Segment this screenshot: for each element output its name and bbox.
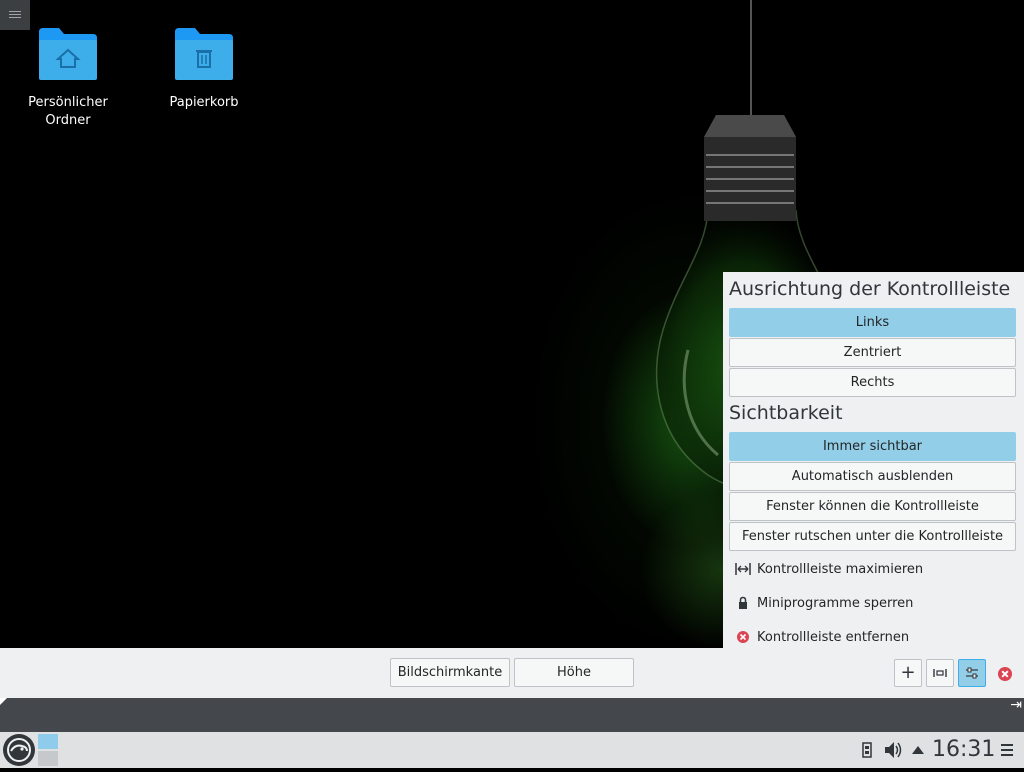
visibility-windows-below-option[interactable]: Fenster rutschen unter die Kontrollleist…	[729, 522, 1016, 551]
desktop-icon-home[interactable]: Persönlicher Ordner	[13, 28, 123, 130]
add-spacer-button[interactable]	[926, 659, 954, 687]
maximize-panel-icon	[735, 561, 751, 577]
offset-slider-handle[interactable]	[0, 698, 7, 705]
desktop-icon-trash[interactable]: Papierkorb	[149, 28, 259, 112]
close-config-button[interactable]	[998, 667, 1012, 681]
application-launcher-button[interactable]	[3, 734, 35, 766]
remove-panel-label: Kontrollleiste entfernen	[757, 630, 910, 645]
max-length-handle-icon[interactable]: ⇥	[1010, 698, 1022, 712]
desktop-toolbox-button[interactable]	[0, 0, 30, 30]
desktop-icon-label: Persönlicher Ordner	[28, 95, 108, 128]
remove-panel-action[interactable]: Kontrollleiste entfernen	[735, 627, 909, 649]
add-widgets-button[interactable]: +	[894, 659, 922, 687]
more-settings-icon	[965, 662, 979, 683]
desktop-1[interactable]	[38, 734, 58, 749]
usb-device-icon[interactable]	[860, 732, 874, 768]
plus-icon: +	[900, 662, 916, 683]
visibility-windows-cover-option[interactable]: Fenster können die Kontrollleiste überde…	[729, 492, 1016, 541]
digital-clock[interactable]: 16:31	[932, 732, 995, 768]
visibility-title: Sichtbarkeit	[729, 402, 843, 424]
alignment-left-option[interactable]: Links	[729, 308, 1016, 337]
lock-widgets-action[interactable]: Miniprogramme sperren	[735, 593, 913, 615]
visibility-always-visible-option[interactable]: Immer sichtbar	[729, 432, 1016, 461]
alignment-right-option[interactable]: Rechts	[729, 368, 1016, 397]
bulb-wire	[750, 0, 752, 120]
screen-edge-button[interactable]: Bildschirmkante	[390, 658, 510, 687]
menu-icon[interactable]	[1000, 732, 1014, 768]
desktop-2[interactable]	[38, 751, 58, 766]
desktop-icon-label: Papierkorb	[169, 95, 239, 110]
height-button[interactable]: Höhe	[514, 658, 634, 687]
lock-icon	[735, 595, 751, 611]
panel-options-popup: Ausrichtung der Kontrollleiste Links Zen…	[723, 272, 1024, 658]
visibility-auto-hide-option[interactable]: Automatisch ausblenden	[729, 462, 1016, 491]
volume-icon[interactable]	[883, 732, 903, 768]
taskbar-panel: 16:31	[0, 732, 1024, 768]
opensuse-logo-icon	[7, 738, 31, 762]
trash-folder-icon	[175, 28, 233, 80]
panel-config-bar: Bildschirmkante Höhe +	[0, 648, 1024, 698]
home-folder-icon	[39, 28, 97, 80]
light-bulb-socket	[704, 115, 796, 221]
lock-widgets-label: Miniprogramme sperren	[757, 596, 914, 611]
maximize-panel-label: Kontrollleiste maximieren	[757, 562, 924, 577]
spacer-icon	[933, 662, 947, 683]
panel-ruler: ⇥	[0, 698, 1024, 732]
tray-expand-icon[interactable]	[911, 732, 925, 768]
more-settings-button[interactable]	[958, 659, 986, 687]
remove-icon	[735, 629, 751, 645]
alignment-center-option[interactable]: Zentriert	[729, 338, 1016, 367]
maximize-panel-action[interactable]: Kontrollleiste maximieren	[735, 559, 923, 581]
virtual-desktop-pager[interactable]	[38, 734, 58, 766]
alignment-title: Ausrichtung der Kontrollleiste	[729, 278, 1011, 300]
